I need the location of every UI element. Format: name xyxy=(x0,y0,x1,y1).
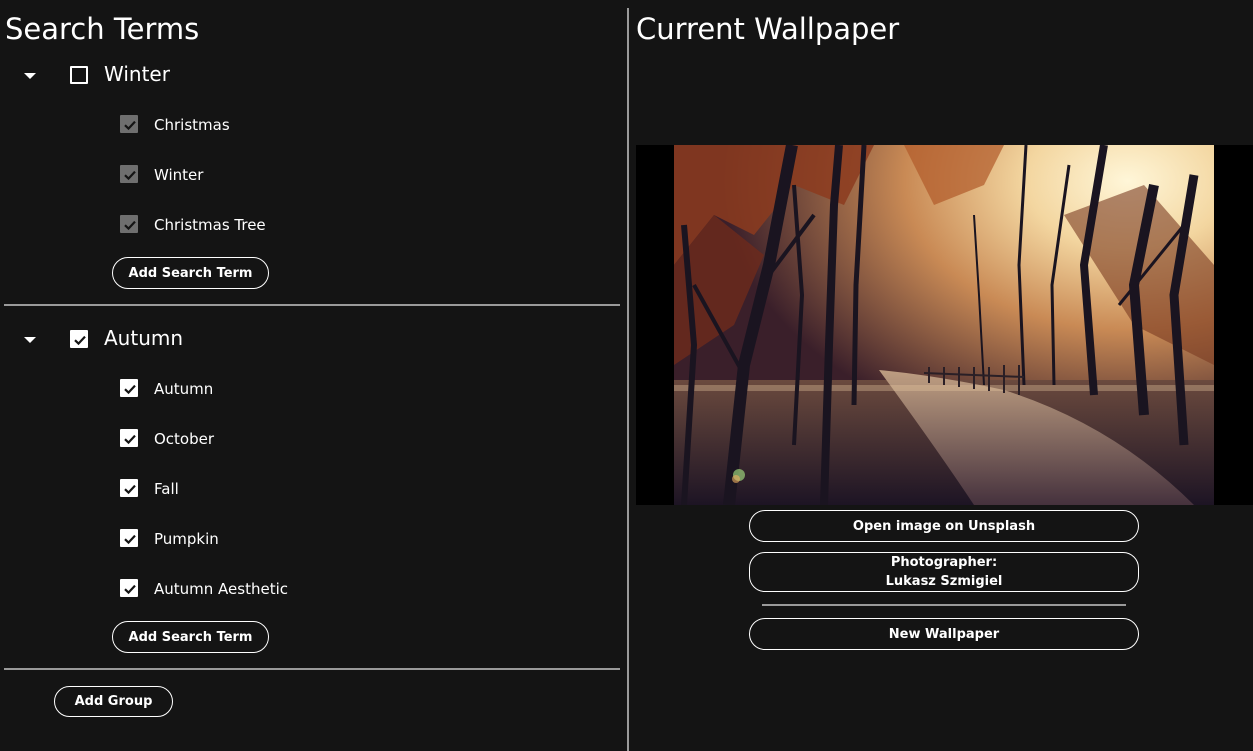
term-row: Christmas xyxy=(0,110,620,140)
add-search-term-button-winter[interactable]: Add Search Term xyxy=(112,257,269,289)
add-search-term-button-autumn[interactable]: Add Search Term xyxy=(112,621,269,653)
button-divider xyxy=(762,604,1126,606)
term-row: Autumn Aesthetic xyxy=(0,574,620,604)
term-checkbox[interactable] xyxy=(120,479,138,497)
checkmark-icon xyxy=(74,335,86,346)
new-wallpaper-button[interactable]: New Wallpaper xyxy=(749,618,1139,650)
term-label: Autumn Aesthetic xyxy=(154,580,288,598)
term-row: Fall xyxy=(0,474,620,504)
caret-down-icon[interactable] xyxy=(24,337,36,343)
wallpaper-preview xyxy=(636,145,1253,505)
group-checkbox-winter[interactable] xyxy=(70,66,88,84)
pane-divider[interactable] xyxy=(627,8,629,751)
photographer-button[interactable]: Photographer: Lukasz Szmigiel xyxy=(749,552,1139,592)
photographer-name: Lukasz Szmigiel xyxy=(885,574,1003,589)
term-label: Winter xyxy=(154,166,204,184)
checkmark-icon xyxy=(124,534,136,545)
group-checkbox-autumn[interactable] xyxy=(70,330,88,348)
current-wallpaper-title: Current Wallpaper xyxy=(636,12,900,46)
group-header-autumn: Autumn xyxy=(0,322,620,358)
open-unsplash-button[interactable]: Open image on Unsplash xyxy=(749,510,1139,542)
photographer-label: Photographer: xyxy=(890,555,998,570)
term-label: Christmas xyxy=(154,116,230,134)
search-terms-title: Search Terms xyxy=(5,12,200,46)
term-checkbox[interactable] xyxy=(120,429,138,447)
term-row: Autumn xyxy=(0,374,620,404)
term-checkbox[interactable] xyxy=(120,529,138,547)
term-label: October xyxy=(154,430,215,448)
term-label: Pumpkin xyxy=(154,530,219,548)
checkmark-icon xyxy=(124,484,136,495)
group-label: Winter xyxy=(104,62,170,86)
checkmark-icon xyxy=(124,120,136,131)
term-checkbox[interactable] xyxy=(120,215,138,233)
wallpaper-image xyxy=(674,145,1214,505)
caret-down-icon[interactable] xyxy=(24,73,36,79)
group-divider xyxy=(4,668,620,670)
term-row: Winter xyxy=(0,160,620,190)
term-checkbox[interactable] xyxy=(120,379,138,397)
group-label: Autumn xyxy=(104,326,184,350)
current-wallpaper-pane: Current Wallpaper Open image on Unsplash… xyxy=(630,0,1253,751)
term-row: Christmas Tree xyxy=(0,210,620,240)
checkmark-icon xyxy=(124,584,136,595)
app-window: Search Terms Winter Christmas Winter Chr… xyxy=(0,0,1253,751)
search-terms-pane: Search Terms Winter Christmas Winter Chr… xyxy=(0,0,626,751)
checkmark-icon xyxy=(124,434,136,445)
checkmark-icon xyxy=(124,220,136,231)
term-label: Fall xyxy=(154,480,179,498)
checkmark-icon xyxy=(124,170,136,181)
group-header-winter: Winter xyxy=(0,58,620,94)
term-row: Pumpkin xyxy=(0,524,620,554)
term-label: Autumn xyxy=(154,380,214,398)
term-checkbox[interactable] xyxy=(120,165,138,183)
term-label: Christmas Tree xyxy=(154,216,266,234)
term-checkbox[interactable] xyxy=(120,579,138,597)
add-group-button[interactable]: Add Group xyxy=(54,686,173,717)
term-row: October xyxy=(0,424,620,454)
checkmark-icon xyxy=(124,384,136,395)
group-divider xyxy=(4,304,620,306)
term-checkbox[interactable] xyxy=(120,115,138,133)
